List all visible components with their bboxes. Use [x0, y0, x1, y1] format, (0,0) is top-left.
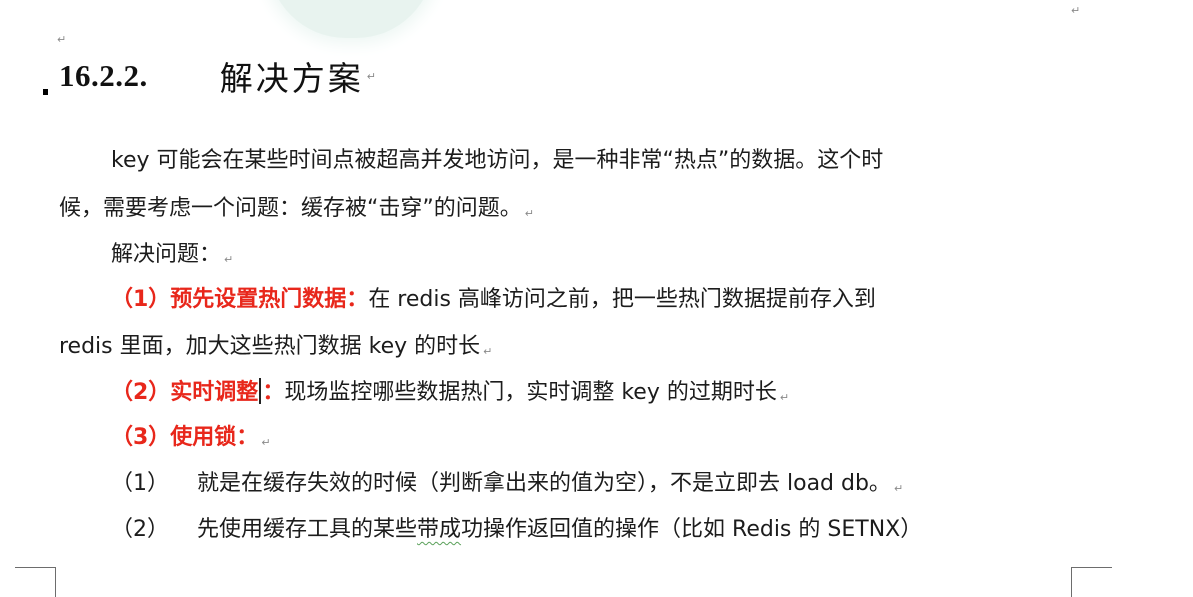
lock-step-2-number: （2）: [111, 517, 169, 542]
paragraph-mark-icon: ↵: [893, 482, 904, 495]
solution-item-1-text-continued: redis 里面，加大这些热门数据 key 的时长: [59, 334, 481, 359]
paragraph-mark-icon: ↵: [524, 207, 535, 220]
solution-item-1-text: 在 redis 高峰访问之前，把一些热门数据提前存入到: [368, 287, 876, 312]
text-cursor: [259, 378, 262, 404]
lock-step-1-number: （1）: [111, 471, 169, 496]
solution-item-1-continued: redis 里面，加大这些热门数据 key 的时长 ↵: [59, 332, 492, 367]
solution-item-1-label: （1）预先设置热门数据：: [111, 287, 369, 312]
paragraph-mark-icon: ↵: [57, 33, 67, 46]
page-corner-mark: [15, 567, 56, 597]
heading-bullet-icon: [43, 89, 48, 95]
paragraph-text: key 可能会在某些时间点被超高并发地访问，是一种非常“热点”的数据。这个时: [111, 148, 884, 173]
section-heading: 16.2.2. 解决方案 ↵: [59, 54, 376, 98]
solutions-intro: 解决问题： ↵: [111, 240, 233, 275]
solution-item-3-label: （3）使用锁：: [111, 425, 259, 450]
solution-item-1: （1）预先设置热门数据：在 redis 高峰访问之前，把一些热门数据提前存入到: [111, 285, 876, 315]
paragraph-mark-icon: ↵: [1071, 4, 1081, 17]
decorative-shape: [268, 0, 434, 38]
spellcheck-underlined-text: 带成: [417, 517, 462, 542]
lock-step-2-text-before: 先使用缓存工具的某些: [197, 517, 418, 542]
paragraph-line: key 可能会在某些时间点被超高并发地访问，是一种非常“热点”的数据。这个时: [111, 146, 883, 176]
paragraph-mark-icon: ↵: [224, 253, 234, 266]
solution-item-2-colon: ：: [262, 380, 285, 405]
solutions-intro-text: 解决问题：: [111, 242, 222, 267]
lock-step-1-text: 就是在缓存失效的时候（判断拿出来的值为空），不是立即去 load db。: [197, 471, 891, 496]
heading-number: 16.2.2.: [59, 58, 148, 93]
paragraph-mark-icon: ↵: [483, 345, 493, 358]
paragraph-mark-icon: ↵: [261, 436, 271, 449]
paragraph-mark-icon: ↵: [779, 391, 790, 404]
document-page: ↵ ↵ 16.2.2. 解决方案 ↵ key 可能会在某些时间点被超高并发地访问…: [0, 0, 1193, 597]
lock-step-2: （2） 先使用缓存工具的某些带成功操作返回值的操作（比如 Redis 的 SETN…: [111, 515, 922, 545]
paragraph-mark-icon: ↵: [366, 69, 376, 83]
paragraph-text: 候，需要考虑一个问题：缓存被“击穿”的问题。: [59, 196, 522, 221]
lock-step-1: （1） 就是在缓存失效的时候（判断拿出来的值为空），不是立即去 load db。 ↵: [111, 469, 903, 504]
page-corner-mark: [1071, 567, 1112, 597]
solution-item-2-text: 现场监控哪些数据热门，实时调整 key 的过期时长: [284, 380, 777, 405]
heading-title: 解决方案: [219, 59, 364, 98]
solution-item-2-label: （2）实时调整: [111, 380, 259, 405]
paragraph-line: 候，需要考虑一个问题：缓存被“击穿”的问题。 ↵: [59, 194, 534, 229]
solution-item-2: （2）实时调整 ：现场监控哪些数据热门，实时调整 key 的过期时长 ↵: [111, 378, 789, 413]
solution-item-3: （3）使用锁： ↵: [111, 423, 271, 458]
lock-step-2-text-after: 功操作返回值的操作（比如 Redis 的 SETNX）: [461, 517, 923, 542]
